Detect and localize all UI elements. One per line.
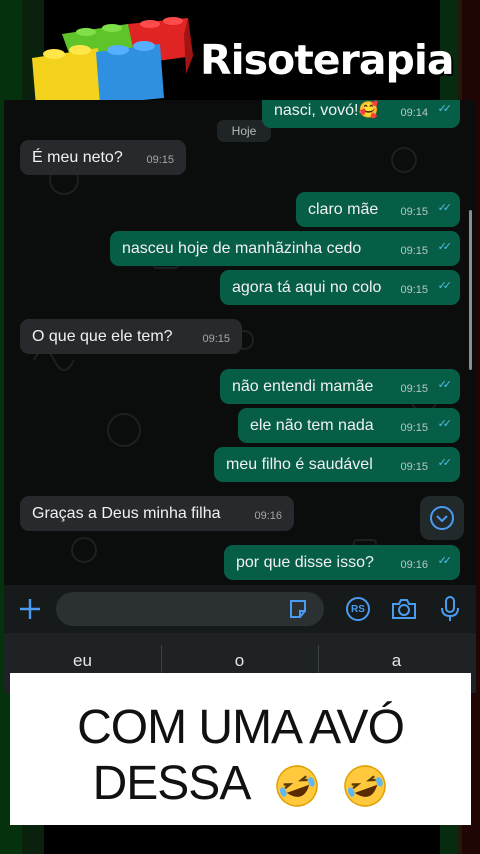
plus-icon[interactable]	[14, 593, 46, 625]
message-time: 09:16	[400, 559, 428, 571]
message-text: nasci, vovó!	[274, 102, 359, 119]
scroll-down-button[interactable]	[420, 496, 464, 540]
laughing-emoji-icon	[276, 765, 318, 808]
read-ticks-icon: ✓✓	[437, 103, 453, 115]
laughing-emoji-icon	[344, 765, 387, 808]
message-time: 09:14	[400, 107, 428, 119]
caption-line-2-text: DESSA	[92, 757, 249, 810]
message-outgoing[interactable]: claro mãe 09:15 ✓✓	[296, 192, 460, 227]
chevron-down-icon	[430, 506, 454, 530]
chat-conversation[interactable]: Hoje nasci, vovó!🥰 09:14 ✓✓ É meu neto? …	[4, 100, 476, 585]
rs-payment-icon[interactable]: RS	[342, 593, 374, 625]
message-time: 09:15	[400, 383, 428, 395]
message-text: meu filho é saudável	[226, 456, 373, 473]
message-time: 09:15	[400, 206, 428, 218]
message-text: Graças a Deus minha filha	[32, 505, 221, 522]
message-time: 09:15	[400, 284, 428, 296]
message-incoming[interactable]: Graças a Deus minha filha 09:16	[20, 496, 294, 531]
message-time: 09:15	[400, 422, 428, 434]
message-time: 09:15	[400, 461, 428, 473]
brand-header: Risoterapia	[0, 0, 480, 110]
suggestion-item[interactable]: a	[318, 651, 475, 671]
read-ticks-icon: ✓✓	[437, 457, 453, 469]
message-text: claro mãe	[308, 201, 379, 218]
message-time: 09:15	[146, 154, 174, 166]
read-ticks-icon: ✓✓	[437, 202, 453, 214]
message-outgoing[interactable]: agora tá aqui no colo 09:15 ✓✓	[220, 270, 460, 305]
message-outgoing[interactable]: meu filho é saudável 09:15 ✓✓	[214, 447, 460, 482]
brand-name: Risoterapia	[200, 36, 455, 84]
rs-label: RS	[351, 603, 365, 615]
message-time: 09:16	[254, 510, 282, 522]
read-ticks-icon: ✓✓	[437, 555, 453, 567]
message-input-bar: RS	[4, 585, 476, 633]
microphone-icon[interactable]	[434, 593, 466, 625]
smiling-hearts-emoji: 🥰	[358, 102, 379, 119]
message-text: O que que ele tem?	[32, 328, 173, 345]
caption-line-1: COM UMA AVÓ	[77, 701, 405, 754]
caption-line-2: DESSA	[10, 756, 471, 811]
message-outgoing[interactable]: não entendi mamãe 09:15 ✓✓	[220, 369, 460, 404]
message-incoming[interactable]: É meu neto? 09:15	[20, 140, 186, 175]
suggestion-item[interactable]: o	[161, 651, 318, 671]
sticker-icon[interactable]	[282, 593, 314, 625]
caption-box: COM UMA AVÓ DESSA	[10, 673, 471, 825]
message-text: não entendi mamãe	[232, 378, 374, 395]
message-outgoing[interactable]: ele não tem nada 09:15 ✓✓	[238, 408, 460, 443]
message-text: ele não tem nada	[250, 417, 374, 434]
message-outgoing[interactable]: nasci, vovó!🥰 09:14 ✓✓	[262, 100, 460, 128]
suggestion-item[interactable]: eu	[4, 651, 161, 671]
read-ticks-icon: ✓✓	[437, 241, 453, 253]
read-ticks-icon: ✓✓	[437, 280, 453, 292]
message-text: É meu neto?	[32, 149, 123, 166]
read-ticks-icon: ✓✓	[437, 379, 453, 391]
message-outgoing[interactable]: por que disse isso? 09:16 ✓✓	[224, 545, 460, 580]
message-text: agora tá aqui no colo	[232, 279, 382, 296]
read-ticks-icon: ✓✓	[437, 418, 453, 430]
chat-scrollbar[interactable]	[469, 210, 472, 370]
message-outgoing[interactable]: nasceu hoje de manhãzinha cedo 09:15 ✓✓	[110, 231, 460, 266]
message-text: por que disse isso?	[236, 554, 374, 571]
camera-icon[interactable]	[388, 593, 420, 625]
message-incoming[interactable]: O que que ele tem? 09:15	[20, 319, 242, 354]
message-time: 09:15	[400, 245, 428, 257]
message-text: nasceu hoje de manhãzinha cedo	[122, 240, 362, 257]
message-time: 09:15	[202, 333, 230, 345]
